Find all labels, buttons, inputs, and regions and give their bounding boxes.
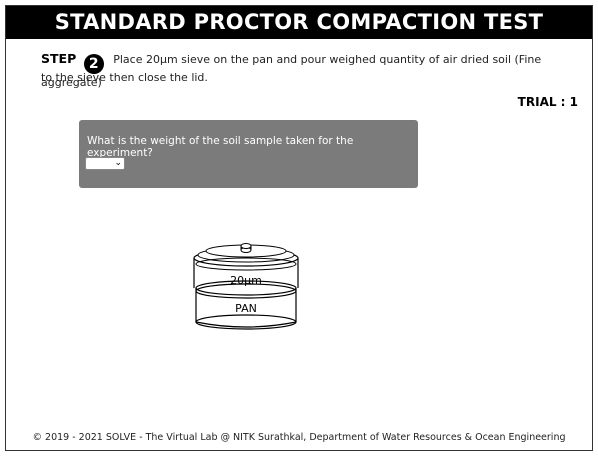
question-text: What is the weight of the soil sample ta… [87, 135, 354, 159]
experiment-frame: STANDARD PROCTOR COMPACTION TEST STEP 2 … [5, 5, 593, 451]
page-title: STANDARD PROCTOR COMPACTION TEST [6, 6, 592, 39]
footer-copyright: © 2019 - 2021 SOLVE - The Virtual Lab @ … [32, 432, 566, 443]
step-instruction-line2: to the sieve then close the lid. [41, 71, 208, 84]
pan-label: PAN [235, 302, 257, 315]
trial-label: TRIAL : 1 [517, 95, 578, 109]
chevron-down-icon: ⌄ [114, 158, 122, 168]
question-panel: What is the weight of the soil sample ta… [79, 120, 418, 188]
sieve-pan-apparatus[interactable]: 20µm PAN [186, 238, 306, 338]
step-label: STEP [41, 51, 77, 66]
weight-select[interactable]: ⌄ [85, 157, 125, 170]
sieve-label: 20µm [230, 274, 262, 287]
